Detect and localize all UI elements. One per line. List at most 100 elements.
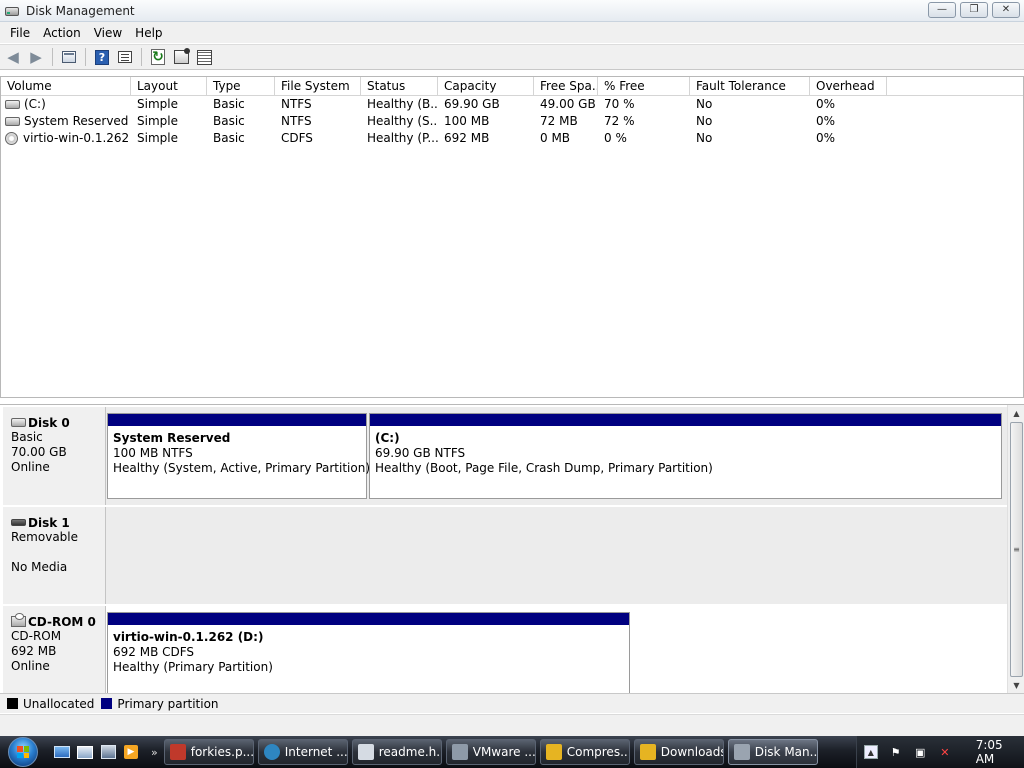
back-button[interactable]: ◀: [3, 47, 23, 67]
cdrom-0-name: CD-ROM 0: [11, 613, 105, 629]
disk-0-type: Basic: [11, 430, 43, 444]
file-system-cell: CDFS: [281, 131, 313, 145]
scroll-down-arrow-icon[interactable]: ▼: [1008, 677, 1024, 693]
disk-1-info[interactable]: Disk 1 Removable No Media: [3, 507, 106, 604]
forward-button[interactable]: ▶: [26, 47, 46, 67]
partition-c-drive[interactable]: (C:) 69.90 GB NTFS Healthy (Boot, Page F…: [369, 413, 1002, 499]
scrollbar-thumb[interactable]: ≡: [1010, 422, 1023, 677]
close-button[interactable]: ✕: [992, 2, 1020, 18]
taskbar-button-compressed[interactable]: Compres...: [539, 739, 630, 765]
disk-management-app-icon[interactable]: [4, 3, 20, 19]
column-header-free-space[interactable]: Free Spa...: [534, 77, 598, 96]
partition-title: System Reserved: [113, 431, 231, 445]
restore-button[interactable]: ❐: [960, 2, 988, 18]
cdrom-0-info[interactable]: CD-ROM 0 CD-ROM 692 MB Online: [3, 606, 106, 693]
overhead-cell: 0%: [816, 131, 836, 145]
column-header-file-system[interactable]: File System: [275, 77, 361, 96]
type-cell: Basic: [213, 131, 245, 145]
column-header-capacity[interactable]: Capacity: [438, 77, 534, 96]
percent-free-cell: 70 %: [604, 97, 635, 111]
cd-drive-icon: [5, 132, 18, 145]
volume-row[interactable]: System Reserved Simple Basic NTFS Health…: [1, 113, 1023, 130]
quick-launch-more-icon[interactable]: »: [151, 746, 158, 759]
partition-title: (C:): [375, 431, 400, 445]
toolbar-separator: [141, 48, 142, 66]
forward-icon: ▶: [30, 47, 42, 66]
column-header-layout[interactable]: Layout: [131, 77, 207, 96]
system-tray: ▲ ⚑ ▣ ✕ 7:05 AM: [856, 736, 1024, 768]
partition-system-reserved[interactable]: System Reserved 100 MB NTFS Healthy (Sys…: [107, 413, 370, 499]
taskbar-button-internet-explorer[interactable]: Internet ...: [257, 739, 348, 765]
minimize-button[interactable]: —: [928, 2, 956, 18]
taskbar-button-forkies[interactable]: forkies.p...: [163, 739, 254, 765]
column-header-status[interactable]: Status: [361, 77, 438, 96]
menu-file[interactable]: File: [4, 26, 36, 40]
list-view-button[interactable]: [115, 47, 135, 67]
status-bar: [0, 714, 1024, 736]
column-header-overhead[interactable]: Overhead: [810, 77, 887, 96]
vertical-scrollbar[interactable]: ▲ ≡ ▼: [1007, 405, 1024, 693]
volume-row[interactable]: virtio-win-0.1.262 ... Simple Basic CDFS…: [1, 130, 1023, 147]
rescan-disks-button[interactable]: [194, 47, 214, 67]
disk-management-icon: [733, 744, 750, 760]
help-button[interactable]: ?: [92, 47, 112, 67]
chevron-up-icon: ▲: [863, 745, 878, 759]
taskbar-button-vmware[interactable]: VMware ...: [445, 739, 536, 765]
volume-muted-icon[interactable]: ✕: [937, 744, 953, 760]
column-header-volume[interactable]: Volume: [1, 77, 131, 96]
console-tree-icon: [62, 51, 76, 63]
switch-windows-button[interactable]: [76, 743, 94, 761]
volume-list[interactable]: Volume Layout Type File System Status Ca…: [0, 76, 1024, 398]
primary-partition-bar: [370, 414, 1001, 428]
primary-partition-bar: [108, 414, 366, 428]
free-space-cell: 0 MB: [540, 131, 571, 145]
disk-0-state: Online: [11, 460, 50, 474]
column-header-type[interactable]: Type: [207, 77, 275, 96]
clock[interactable]: 7:05 AM: [976, 738, 1024, 766]
refresh-button[interactable]: ↻: [148, 47, 168, 67]
quick-launch-network-button[interactable]: [99, 743, 117, 761]
taskbar-button-readme[interactable]: readme.h...: [351, 739, 442, 765]
network-icon[interactable]: ▣: [912, 744, 928, 760]
action-center-flag-icon[interactable]: ⚑: [888, 744, 904, 760]
toolbar: ◀ ▶ ? ↻: [0, 44, 1024, 70]
menu-action[interactable]: Action: [37, 26, 87, 40]
menu-view[interactable]: View: [88, 26, 128, 40]
disk-0-info[interactable]: Disk 0 Basic 70.00 GB Online: [3, 407, 106, 505]
console-tree-button[interactable]: [59, 47, 79, 67]
status-cell: Healthy (B...: [367, 97, 438, 111]
properties-button[interactable]: [171, 47, 191, 67]
show-desktop-button[interactable]: [53, 743, 71, 761]
toolbar-separator: [52, 48, 53, 66]
window-controls: — ❐ ✕: [928, 2, 1020, 18]
column-header-fault-tolerance[interactable]: Fault Tolerance: [690, 77, 810, 96]
disk-0-label: Disk 0: [28, 415, 70, 430]
menu-help[interactable]: Help: [129, 26, 168, 40]
taskbar-button-downloads[interactable]: Downloads: [633, 739, 724, 765]
volume-name: System Reserved: [24, 114, 129, 128]
fault-tolerance-cell: No: [696, 97, 713, 111]
hard-drive-icon: [5, 100, 20, 109]
partition-virtio-win[interactable]: virtio-win-0.1.262 (D:) 692 MB CDFS Heal…: [107, 612, 630, 693]
show-hidden-icons-button[interactable]: ▲: [863, 744, 879, 760]
taskbar-button-label: readme.h...: [378, 745, 442, 759]
quick-launch-media-button[interactable]: ▶: [122, 743, 140, 761]
cdrom-0-type: CD-ROM: [11, 629, 62, 643]
scroll-up-arrow-icon[interactable]: ▲: [1008, 405, 1024, 422]
layout-cell: Simple: [137, 131, 178, 145]
start-button[interactable]: [3, 736, 43, 768]
unallocated-swatch: [7, 698, 18, 709]
primary-partition-bar: [108, 613, 629, 627]
percent-free-cell: 0 %: [604, 131, 627, 145]
hard-disk-icon: [11, 418, 26, 427]
partition-size: 100 MB NTFS: [113, 446, 193, 460]
refresh-icon: ↻: [151, 49, 165, 65]
minimize-icon: —: [937, 4, 947, 15]
volume-row[interactable]: (C:) Simple Basic NTFS Healthy (B... 69.…: [1, 96, 1023, 113]
primary-partition-swatch: [101, 698, 113, 709]
capacity-cell: 692 MB: [444, 131, 490, 145]
disk-1-type: Removable: [11, 530, 79, 544]
internet-explorer-icon: [263, 744, 280, 760]
taskbar-button-disk-management[interactable]: Disk Man...: [727, 739, 818, 765]
column-header-percent-free[interactable]: % Free: [598, 77, 690, 96]
